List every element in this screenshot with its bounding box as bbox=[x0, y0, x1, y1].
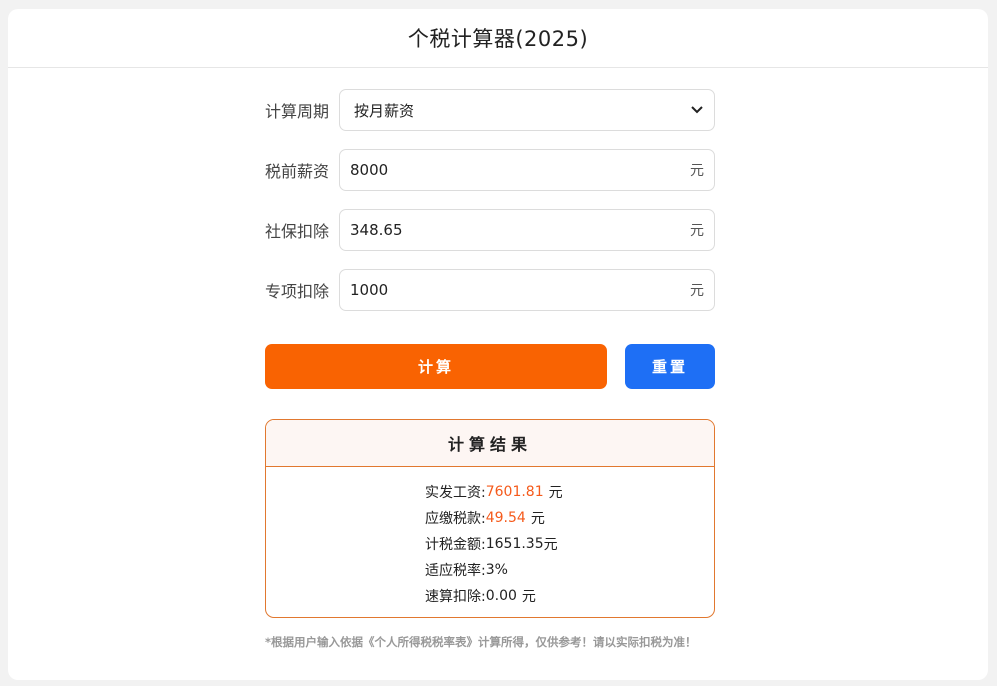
reset-button[interactable]: 重置 bbox=[625, 344, 715, 389]
quick-deduction-value: 0.00 bbox=[485, 588, 517, 604]
social-row: 社保扣除 元 bbox=[265, 209, 715, 251]
salary-row: 税前薪资 元 bbox=[265, 149, 715, 191]
quick-deduction-unit: 元 bbox=[521, 589, 536, 605]
social-input[interactable] bbox=[350, 221, 690, 239]
social-label: 社保扣除 bbox=[265, 222, 330, 241]
calculate-button[interactable]: 计算 bbox=[265, 344, 607, 389]
input-form: 计算周期 按月薪资 税前薪资 元 社保扣除 元 专项扣除 元 bbox=[265, 89, 715, 329]
quick-deduction-line: 速算扣除: 0.00 元 bbox=[395, 583, 585, 609]
rate-value: 3% bbox=[485, 562, 508, 578]
taxable-value: 1651.35 bbox=[485, 536, 544, 552]
tax-label: 应缴税款: bbox=[425, 511, 486, 527]
social-field: 元 bbox=[339, 209, 715, 251]
period-row: 计算周期 按月薪资 bbox=[265, 89, 715, 131]
salary-field: 元 bbox=[339, 149, 715, 191]
period-label: 计算周期 bbox=[265, 102, 330, 121]
actual-salary-value: 7601.81 bbox=[485, 484, 544, 500]
result-panel: 计算结果 实发工资: 7601.81 元 应缴税款: 49.54 元 计税金额:… bbox=[265, 419, 715, 618]
special-field: 元 bbox=[339, 269, 715, 311]
salary-input[interactable] bbox=[350, 161, 690, 179]
taxable-unit: 元 bbox=[543, 537, 558, 553]
special-label: 专项扣除 bbox=[265, 282, 330, 301]
taxable-line: 计税金额: 1651.35 元 bbox=[395, 531, 585, 557]
salary-unit: 元 bbox=[690, 163, 704, 179]
action-buttons: 计算 重置 bbox=[265, 344, 715, 389]
special-unit: 元 bbox=[690, 283, 704, 299]
social-unit: 元 bbox=[690, 223, 704, 239]
page-title: 个税计算器(2025) bbox=[407, 27, 589, 51]
tax-line: 应缴税款: 49.54 元 bbox=[395, 505, 585, 531]
rate-label: 适应税率: bbox=[425, 563, 486, 579]
quick-deduction-label: 速算扣除: bbox=[425, 589, 486, 605]
taxable-label: 计税金额: bbox=[425, 537, 486, 553]
special-row: 专项扣除 元 bbox=[265, 269, 715, 311]
actual-salary-unit: 元 bbox=[548, 485, 563, 501]
period-select-value: 按月薪资 bbox=[354, 101, 415, 120]
result-title: 计算结果 bbox=[266, 420, 714, 467]
actual-salary-line: 实发工资: 7601.81 元 bbox=[395, 479, 585, 505]
tax-unit: 元 bbox=[530, 511, 545, 527]
disclaimer-note: *根据用户输入依据《个人所得税税率表》计算所得，仅供参考！请以实际扣税为准！ bbox=[265, 635, 697, 649]
rate-line: 适应税率: 3% bbox=[395, 557, 585, 583]
result-body: 实发工资: 7601.81 元 应缴税款: 49.54 元 计税金额: 1651… bbox=[266, 467, 714, 609]
header: 个税计算器(2025) bbox=[8, 9, 988, 68]
chevron-down-icon bbox=[690, 103, 704, 117]
actual-salary-label: 实发工资: bbox=[425, 485, 486, 501]
tax-value: 49.54 bbox=[485, 510, 526, 526]
period-select[interactable]: 按月薪资 bbox=[339, 89, 715, 131]
salary-label: 税前薪资 bbox=[265, 162, 330, 181]
special-input[interactable] bbox=[350, 281, 690, 299]
